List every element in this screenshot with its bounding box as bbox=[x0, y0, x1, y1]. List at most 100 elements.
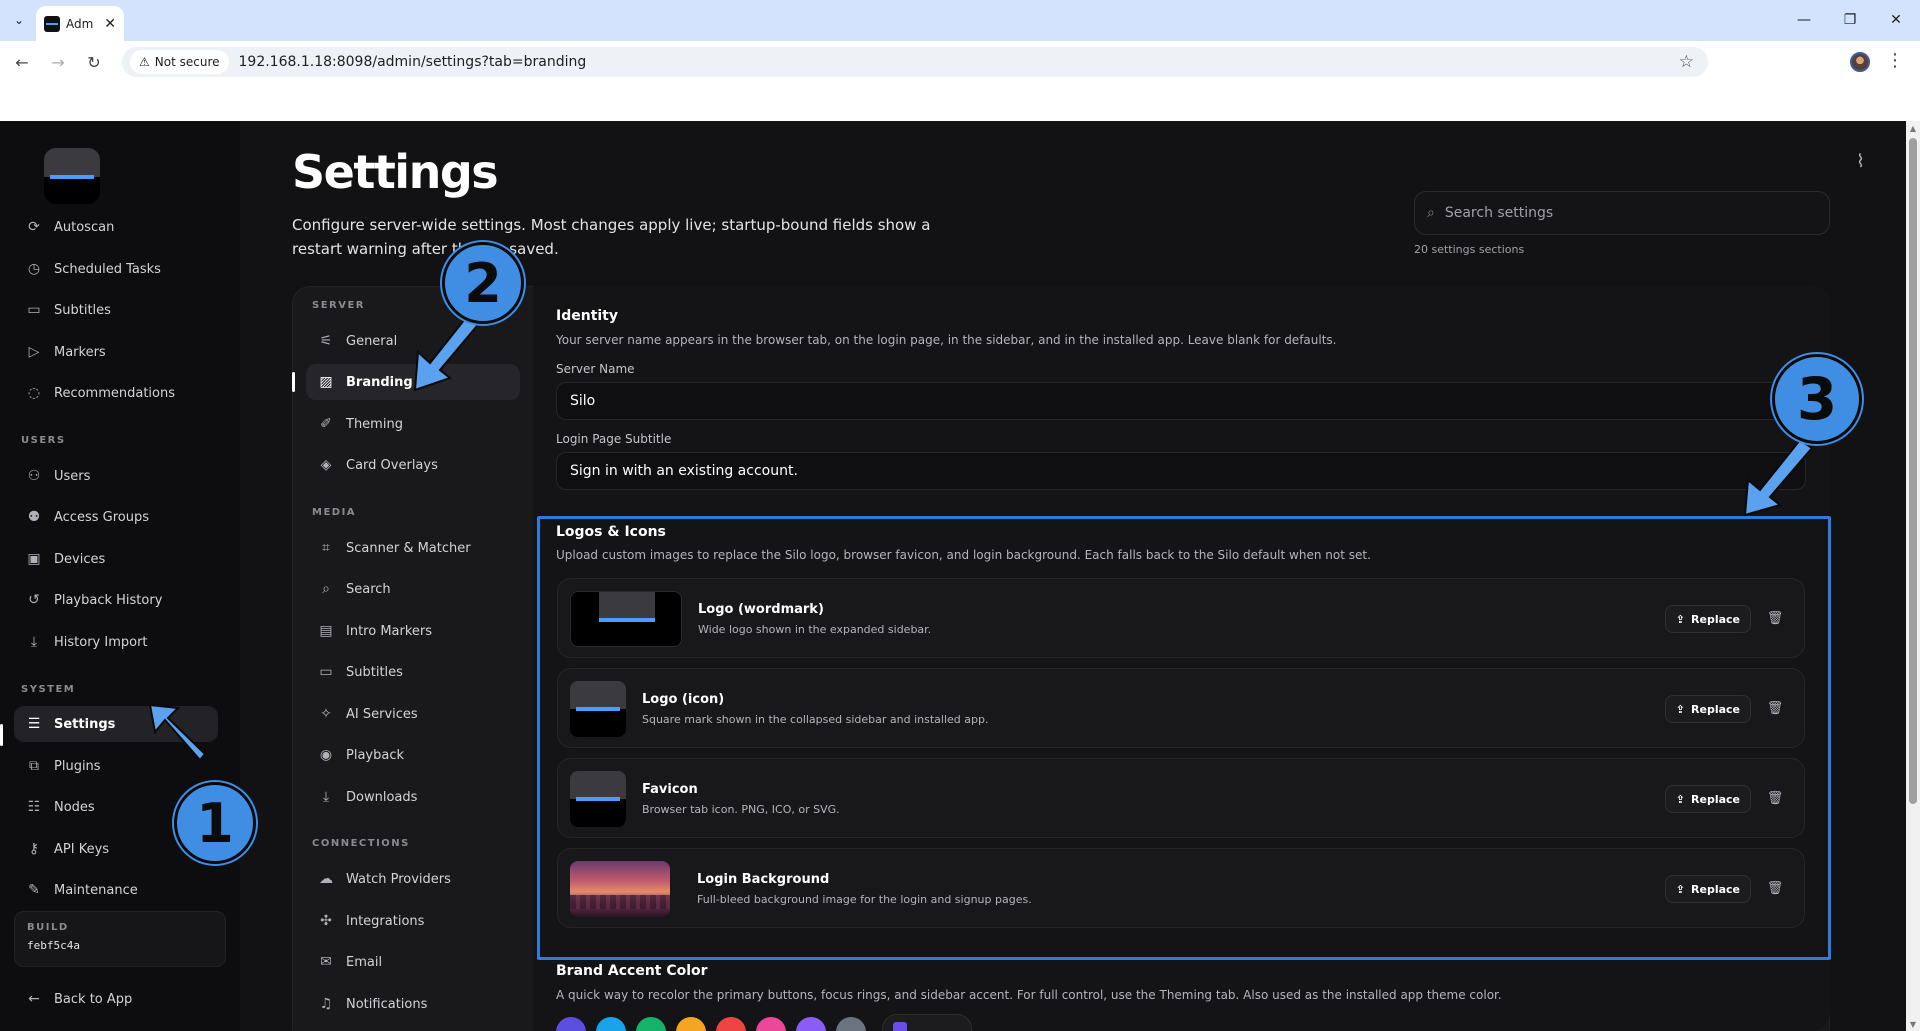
search-input[interactable] bbox=[1444, 205, 1805, 221]
profile-avatar[interactable] bbox=[1850, 52, 1870, 72]
scan-icon: ⌗ bbox=[322, 540, 330, 556]
browser-tab-strip: ⌄ Adm ✕ — ❐ ✕ bbox=[0, 0, 1920, 41]
autoscan-icon: ⟳ bbox=[28, 219, 40, 235]
recommendations-icon: ◌ bbox=[27, 385, 41, 401]
security-chip[interactable]: ⚠ Not secure bbox=[130, 50, 229, 74]
custom-color-swatch bbox=[893, 1022, 907, 1031]
custom-color-button[interactable] bbox=[882, 1014, 972, 1031]
subnav-item-watch-providers[interactable]: ☁ Watch Providers bbox=[306, 861, 520, 897]
server-icon: ☷ bbox=[27, 799, 41, 815]
subnav-item-integrations[interactable]: ✣ Integrations bbox=[306, 903, 520, 939]
sidebar-section-system: SYSTEM bbox=[21, 684, 76, 695]
brush-icon: ✐ bbox=[320, 416, 332, 432]
window-close-button[interactable]: ✕ bbox=[1878, 8, 1914, 32]
devices-icon: ▣ bbox=[27, 551, 41, 567]
annotation-badge-1: 1 bbox=[174, 782, 256, 864]
app-logo[interactable] bbox=[44, 148, 100, 204]
accent-description: A quick way to recolor the primary butto… bbox=[556, 988, 1502, 1002]
subnav-active-indicator bbox=[292, 372, 295, 392]
minimize-button[interactable]: — bbox=[1786, 8, 1822, 32]
subnav-section-media: MEDIA bbox=[312, 507, 357, 518]
login-subtitle-label: Login Page Subtitle bbox=[556, 432, 672, 446]
sidebar-item-scheduled-tasks[interactable]: ◷ Scheduled Tasks bbox=[14, 251, 218, 287]
sidebar-item-devices[interactable]: ▣ Devices bbox=[14, 541, 218, 577]
download-icon: ⤓ bbox=[322, 789, 330, 805]
search-icon: ⌕ bbox=[1427, 205, 1435, 221]
sidebar-item-autoscan[interactable]: ⟳ Autoscan bbox=[14, 209, 218, 245]
sidebar-item-history-import[interactable]: ⤓ History Import bbox=[14, 624, 218, 660]
page-title: Settings bbox=[292, 145, 499, 199]
sidebar-item-subtitles[interactable]: ▭ Subtitles bbox=[14, 292, 218, 328]
subnav-item-email[interactable]: ✉ Email bbox=[306, 944, 520, 980]
menu-kebab-icon[interactable]: ⋮ bbox=[1886, 50, 1904, 71]
annotation-badge-2: 2 bbox=[442, 242, 524, 324]
sidebar-section-users: USERS bbox=[21, 435, 66, 446]
subnav-item-theming[interactable]: ✐ Theming bbox=[306, 406, 520, 442]
subnav-item-search[interactable]: ⌕ Search bbox=[306, 571, 520, 607]
login-subtitle-input[interactable] bbox=[556, 452, 1806, 490]
reload-icon[interactable]: ↻ bbox=[82, 50, 106, 74]
cloud-icon: ☁ bbox=[319, 871, 333, 887]
scrollbar-thumb[interactable] bbox=[1909, 138, 1917, 804]
restore-button[interactable]: ❐ bbox=[1832, 8, 1868, 32]
close-icon[interactable]: ✕ bbox=[104, 16, 116, 32]
identity-title: Identity bbox=[556, 308, 619, 324]
back-arrow-icon[interactable]: ← bbox=[10, 50, 34, 74]
arrow-left-icon: ← bbox=[28, 991, 40, 1007]
subnav-item-intro-markers[interactable]: ▤ Intro Markers bbox=[306, 613, 520, 649]
user-group-icon: ⚉ bbox=[27, 509, 41, 525]
subnav-item-general[interactable]: ⚟ General bbox=[306, 323, 520, 359]
calendar-icon: ◷ bbox=[27, 261, 41, 277]
sidebar-item-access-groups[interactable]: ⚉ Access Groups bbox=[14, 499, 218, 535]
favicon-icon bbox=[44, 15, 60, 32]
settings-search[interactable]: ⌕ bbox=[1414, 191, 1830, 235]
subnav-item-card-overlays[interactable]: ◈ Card Overlays bbox=[306, 447, 520, 483]
sidebar-item-users[interactable]: ⚇ Users bbox=[14, 458, 218, 494]
server-name-input[interactable] bbox=[556, 382, 1806, 420]
build-hash: febf5c4a bbox=[27, 939, 80, 952]
key-icon: ⚷ bbox=[28, 841, 40, 857]
sliders-icon: ⚟ bbox=[319, 333, 333, 349]
subnav-item-branding[interactable]: ▨ Branding bbox=[306, 364, 520, 400]
scroll-up-arrow-icon[interactable]: ▲ bbox=[1906, 121, 1920, 135]
subtitles-icon: ▭ bbox=[27, 302, 41, 318]
build-info: BUILD febf5c4a bbox=[14, 911, 226, 967]
scroll-down-arrow-icon[interactable]: ▼ bbox=[1906, 1017, 1920, 1031]
page-top-blank bbox=[0, 81, 1920, 121]
tab-search-button[interactable]: ⌄ bbox=[8, 9, 30, 31]
forward-arrow-icon[interactable]: → bbox=[46, 50, 70, 74]
subnav-item-playback[interactable]: ◉ Playback bbox=[306, 737, 520, 773]
identity-description: Your server name appears in the browser … bbox=[556, 333, 1337, 347]
subnav-item-scanner-matcher[interactable]: ⌗ Scanner & Matcher bbox=[306, 530, 520, 566]
sidebar-item-markers[interactable]: ▷ Markers bbox=[14, 334, 218, 370]
sidebar-item-plugins[interactable]: ⧉ Plugins bbox=[14, 748, 218, 784]
sidebar-item-playback-history[interactable]: ↺ Playback History bbox=[14, 582, 218, 618]
url-text: 192.168.1.18:8098/admin/settings?tab=bra… bbox=[238, 54, 587, 70]
subnav-item-notifications[interactable]: ♫ Notifications bbox=[306, 986, 520, 1022]
star-icon[interactable]: ☆ bbox=[1679, 52, 1694, 72]
browser-tab[interactable]: Adm ✕ bbox=[36, 6, 124, 41]
import-icon: ⤓ bbox=[30, 634, 38, 650]
security-label: Not secure bbox=[154, 55, 220, 69]
play-icon: ◉ bbox=[319, 747, 333, 763]
sidebar-item-recommendations[interactable]: ◌ Recommendations bbox=[14, 375, 218, 411]
sidebar-item-maintenance[interactable]: ✎ Maintenance bbox=[14, 872, 218, 908]
mail-icon: ✉ bbox=[320, 954, 332, 970]
accent-title: Brand Accent Color bbox=[556, 963, 708, 979]
sections-count: 20 settings sections bbox=[1414, 243, 1525, 256]
sliders-icon: ☰ bbox=[27, 716, 41, 732]
subnav-section-server: SERVER bbox=[312, 300, 366, 311]
subnav-item-subtitles[interactable]: ▭ Subtitles bbox=[306, 654, 520, 690]
sidebar-item-settings[interactable]: ☰ Settings bbox=[14, 706, 218, 742]
subtitles-icon: ▭ bbox=[319, 664, 333, 680]
layers-icon: ◈ bbox=[320, 457, 332, 473]
back-to-app-link[interactable]: ← Back to App bbox=[14, 981, 218, 1017]
build-label: BUILD bbox=[27, 922, 69, 933]
activity-icon[interactable]: ⌇ bbox=[1856, 151, 1865, 172]
address-bar[interactable]: ⚠ Not secure 192.168.1.18:8098/admin/set… bbox=[122, 47, 1708, 77]
subnav-item-ai-services[interactable]: ✧ AI Services bbox=[306, 696, 520, 732]
marker-icon: ▷ bbox=[28, 344, 40, 360]
server-name-label: Server Name bbox=[556, 362, 635, 376]
subnav-item-downloads[interactable]: ⤓ Downloads bbox=[306, 779, 520, 815]
bell-icon: ♫ bbox=[319, 996, 333, 1012]
